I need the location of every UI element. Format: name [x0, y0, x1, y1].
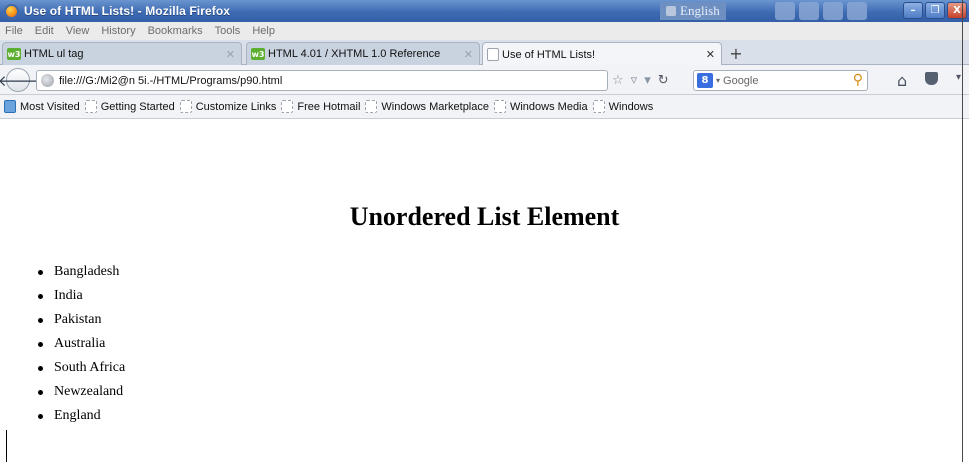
tray-icon[interactable]: [847, 2, 867, 20]
page-content: Unordered List Element Bangladesh India …: [0, 119, 969, 462]
unordered-list: Bangladesh India Pakistan Australia Sout…: [38, 260, 125, 428]
engine-dropdown-icon[interactable]: ▾: [716, 76, 720, 85]
bookmark-most-visited[interactable]: Most Visited: [4, 100, 80, 113]
blank-page-icon: [281, 100, 294, 113]
blank-page-icon: [179, 100, 192, 113]
w3schools-icon: w3: [251, 48, 265, 60]
title-bar: Use of HTML Lists! - Mozilla Firefox Eng…: [0, 0, 969, 22]
menu-help[interactable]: Help: [252, 25, 275, 37]
w3schools-icon: w3: [7, 48, 21, 60]
blank-page-icon: [487, 48, 499, 61]
reload-icon[interactable]: ↻: [658, 73, 669, 88]
bookmark-getting-started[interactable]: Getting Started: [84, 100, 175, 113]
menu-edit[interactable]: Edit: [35, 25, 54, 37]
most-visited-icon: [4, 100, 16, 113]
dropdown-arrow-icon[interactable]: ▾: [644, 73, 651, 88]
google-search-engine-icon[interactable]: 8: [697, 73, 713, 88]
menu-history[interactable]: History: [101, 25, 135, 37]
tab-label: Use of HTML Lists!: [502, 48, 596, 61]
menu-bar: File Edit View History Bookmarks Tools H…: [0, 22, 969, 40]
tray-icon[interactable]: [799, 2, 819, 20]
bookmark-windows-media[interactable]: Windows Media: [493, 100, 588, 113]
list-item: Australia: [38, 332, 125, 356]
window-border: [962, 0, 963, 462]
bookmark-label: Customize Links: [195, 100, 277, 113]
pocket-icon[interactable]: [925, 72, 938, 85]
menu-bookmarks[interactable]: Bookmarks: [148, 25, 203, 37]
blank-page-icon: [84, 100, 97, 113]
new-tab-button[interactable]: +: [725, 44, 747, 63]
tab-use-of-html-lists[interactable]: Use of HTML Lists! ✕: [482, 42, 722, 66]
search-bar[interactable]: 8 ▾ Google ⚲: [693, 70, 868, 91]
firefox-logo-icon: [4, 3, 19, 19]
window-border: [6, 430, 7, 462]
language-icon: [666, 6, 676, 16]
language-label[interactable]: English: [680, 3, 720, 19]
site-identity-icon[interactable]: [41, 74, 54, 87]
bookmark-free-hotmail[interactable]: Free Hotmail: [281, 100, 360, 113]
minimize-button[interactable]: –: [903, 2, 923, 19]
tray-icon[interactable]: [823, 2, 843, 20]
bookmark-label: Windows: [608, 100, 654, 113]
menu-view[interactable]: View: [66, 25, 90, 37]
bookmark-label: Most Visited: [20, 100, 80, 113]
list-item: Pakistan: [38, 308, 125, 332]
chevron-down-icon[interactable]: ▾: [956, 72, 961, 83]
tab-label: HTML ul tag: [24, 48, 84, 60]
tab-html-reference[interactable]: w3 HTML 4.01 / XHTML 1.0 Reference ✕: [246, 42, 480, 65]
home-icon[interactable]: ⌂: [897, 71, 907, 90]
restore-button[interactable]: ❐: [925, 2, 945, 19]
close-button[interactable]: X: [947, 2, 967, 19]
list-item: India: [38, 284, 125, 308]
blank-page-icon: [592, 100, 605, 113]
url-text[interactable]: file:///G:/Mi2@n 5i.-/HTML/Programs/p90.…: [59, 75, 282, 87]
bookmark-label: Free Hotmail: [297, 100, 361, 113]
bookmark-star-icon[interactable]: ☆: [612, 73, 624, 88]
list-item: Bangladesh: [38, 260, 125, 284]
search-placeholder[interactable]: Google: [723, 75, 758, 87]
list-item: England: [38, 404, 125, 428]
back-arrow-icon: 🡐: [0, 71, 39, 90]
bookmark-windows-marketplace[interactable]: Windows Marketplace: [365, 100, 489, 113]
pocket-small-icon[interactable]: ▿: [631, 73, 638, 88]
bookmark-label: Windows Marketplace: [381, 100, 489, 113]
bookmark-windows[interactable]: Windows: [592, 100, 654, 113]
list-item: South Africa: [38, 356, 125, 380]
language-bar[interactable]: English: [660, 2, 726, 20]
bookmark-customize-links[interactable]: Customize Links: [179, 100, 277, 113]
navigation-bar: 🡐 file:///G:/Mi2@n 5i.-/HTML/Programs/p9…: [0, 65, 969, 95]
blank-page-icon: [365, 100, 378, 113]
bookmarks-toolbar: Most Visited Getting Started Customize L…: [0, 95, 969, 119]
window-title: Use of HTML Lists! - Mozilla Firefox: [24, 4, 231, 18]
back-button[interactable]: 🡐: [0, 68, 38, 92]
list-item: Newzealand: [38, 380, 125, 404]
bookmark-label: Getting Started: [100, 100, 175, 113]
tray-icons: [775, 2, 867, 20]
tab-strip: w3 HTML ul tag ✕ w3 HTML 4.01 / XHTML 1.…: [0, 40, 969, 66]
url-bar[interactable]: file:///G:/Mi2@n 5i.-/HTML/Programs/p90.…: [36, 70, 608, 91]
heading-text: Unordered List Element: [349, 202, 620, 231]
tray-icon[interactable]: [775, 2, 795, 20]
tab-close-icon[interactable]: ✕: [226, 48, 235, 61]
page-heading: Unordered List Element: [0, 202, 969, 232]
search-icon[interactable]: ⚲: [853, 72, 863, 88]
tab-html-ul-tag[interactable]: w3 HTML ul tag ✕: [2, 42, 242, 65]
bookmark-label: Windows Media: [509, 100, 588, 113]
menu-file[interactable]: File: [5, 25, 23, 37]
menu-tools[interactable]: Tools: [215, 25, 241, 37]
tab-close-icon[interactable]: ✕: [464, 48, 473, 61]
tab-label: HTML 4.01 / XHTML 1.0 Reference: [268, 48, 441, 60]
tab-close-icon[interactable]: ✕: [706, 48, 715, 61]
blank-page-icon: [493, 100, 506, 113]
